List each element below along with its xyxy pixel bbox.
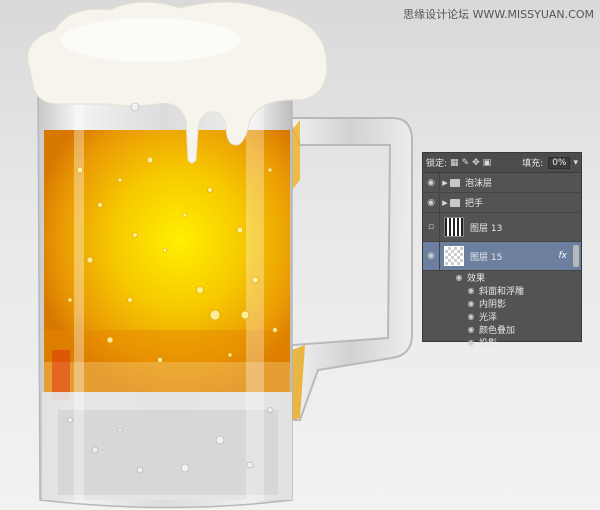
layer-15[interactable]: ◉ 图层 15 fx — [423, 242, 581, 271]
effect-bevel-emboss[interactable]: ◉ 斜面和浮雕 — [423, 284, 581, 297]
eye-icon[interactable]: ◉ — [465, 338, 477, 347]
eye-icon[interactable]: ◉ — [465, 325, 477, 334]
effect-label: 内阴影 — [479, 300, 507, 310]
panel-scrollbar[interactable] — [573, 245, 579, 267]
layer-group-handle[interactable]: ◉ ▶ 把手 — [423, 193, 581, 213]
layer-group-foam[interactable]: ◉ ▶ 泡沫层 — [423, 173, 581, 193]
visibility-off-box[interactable]: ▫ — [423, 222, 439, 232]
eye-icon[interactable]: ◉ — [423, 178, 439, 188]
lock-toolbar: 锁定: ▦ ✎ ✥ ▣ 填充: 0% ▾ — [423, 153, 581, 173]
effects-label: 效果 — [467, 274, 486, 284]
eye-icon[interactable]: ◉ — [423, 251, 439, 261]
layer-name: 图层 15 — [470, 252, 503, 263]
effect-label: 光泽 — [479, 313, 498, 323]
brush-icon[interactable]: ✎ — [462, 158, 470, 168]
eye-icon[interactable]: ◉ — [465, 299, 477, 308]
triangle-right-icon[interactable]: ▶ — [440, 199, 450, 207]
effect-label: 颜色叠加 — [479, 326, 516, 336]
fx-icon[interactable]: fx — [559, 251, 568, 261]
layer-name: 泡沫层 — [465, 179, 493, 189]
lock-pixels-icon[interactable]: ▦ — [450, 158, 459, 168]
watermark-text: 思缘设计论坛 WWW.MISSYUAN.COM — [403, 8, 594, 21]
eye-icon[interactable]: ◉ — [423, 198, 439, 208]
lock-icon[interactable]: ▣ — [483, 158, 492, 168]
lock-label: 锁定: — [426, 159, 448, 169]
effect-label: 投影 — [479, 339, 498, 349]
fill-label: 填充: — [522, 159, 544, 169]
folder-icon — [450, 178, 460, 187]
fill-input[interactable]: 0% — [548, 156, 571, 169]
layer-13[interactable]: ▫ 图层 13 — [423, 213, 581, 242]
eye-icon[interactable]: ◉ — [453, 273, 465, 282]
effect-color-overlay[interactable]: ◉ 颜色叠加 — [423, 323, 581, 336]
layer-name: 把手 — [465, 199, 484, 209]
fill-dropdown-icon[interactable]: ▾ — [573, 158, 578, 168]
effects-header[interactable]: ◉ 效果 — [423, 271, 581, 284]
mug-handle — [286, 117, 413, 421]
triangle-right-icon[interactable]: ▶ — [440, 179, 450, 187]
effect-drop-shadow[interactable]: ◉ 投影 — [423, 336, 581, 349]
layers-panel: 锁定: ▦ ✎ ✥ ▣ 填充: 0% ▾ ◉ ▶ 泡沫层 ◉ ▶ 把手 ▫ 图层… — [422, 152, 582, 349]
effect-satin[interactable]: ◉ 光泽 — [423, 310, 581, 323]
folder-icon — [450, 198, 460, 207]
layer-thumbnail — [444, 217, 464, 237]
eye-icon[interactable]: ◉ — [465, 312, 477, 321]
eye-icon[interactable]: ◉ — [465, 286, 477, 295]
layer-name: 图层 13 — [470, 223, 503, 234]
layer-thumbnail — [444, 246, 464, 266]
effect-inner-shadow[interactable]: ◉ 内阴影 — [423, 297, 581, 310]
effect-label: 斜面和浮雕 — [479, 287, 525, 297]
move-icon[interactable]: ✥ — [472, 158, 480, 168]
